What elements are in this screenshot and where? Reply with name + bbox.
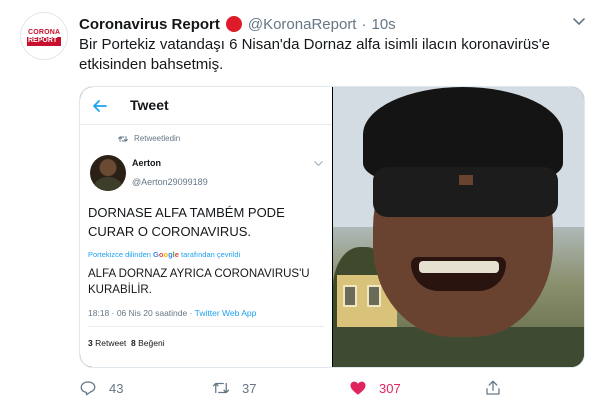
embedded-title: Tweet [130,97,169,113]
action-bar: 43 37 307 [79,376,579,400]
embedded-meta: 18:18 · 06 Nis 20 saatinde · Twitter Web… [88,308,256,318]
avatar-logo-bottom: REPORT [28,37,58,44]
retweet-button[interactable]: 37 [212,376,256,400]
reply-count: 43 [109,380,124,396]
reply-button[interactable]: 43 [79,376,123,400]
embedded-topbar: Tweet [80,87,332,125]
avatar-ring [21,13,67,29]
media-grid[interactable]: Tweet Retweetledin Aerton @Aerton2909918… [79,86,585,368]
retweet-icon [212,382,230,394]
photo-window [343,285,357,307]
translation-prefix: Portekizce dilinden [88,250,151,259]
selfie-photo[interactable] [333,87,584,367]
tweet-card[interactable]: CORONA REPORT Coronavirus Report @Korona… [0,0,610,410]
translation-credit: Portekizce dilinden Google tarafından çe… [88,250,240,259]
chevron-down-icon [314,161,323,167]
author-avatar[interactable]: CORONA REPORT [20,12,68,60]
embedded-like-count: 8 [131,338,136,348]
author-handle[interactable]: @KoronaReport [248,16,357,33]
tweet-text: Bir Portekiz vatandaşı 6 Nisan'da Dornaz… [79,36,550,73]
heart-icon [350,381,366,395]
back-arrow-icon [93,100,107,112]
retweet-count: 37 [242,380,257,396]
translation-suffix: tarafından çevrildi [181,250,241,259]
embedded-retweet-count: 3 [88,338,93,348]
photo-window [367,285,381,307]
retweeted-row: Retweetledin [118,134,180,143]
embedded-original-text: DORNASE ALFA TAMBÉM PODE CURAR O CORONAV… [88,205,285,239]
embedded-translated-text: ALFA DORNAZ AYRICA CORONAVIRUS'U KURABİL… [88,268,310,296]
embedded-retweet-label: Retweet [95,338,127,348]
like-button[interactable]: 307 [349,376,401,400]
chevron-down-icon[interactable] [572,14,586,28]
embedded-stats: 3 Retweet 8 Beğeni [88,338,165,348]
google-logo: Google [153,250,179,259]
embedded-time-date: 18:18 · 06 Nis 20 saatinde · [88,308,193,318]
tweet-timestamp[interactable]: 10s [371,16,395,33]
author-display-name[interactable]: Coronavirus Report [79,16,220,33]
share-icon [486,380,500,395]
retweet-small-icon [118,135,128,142]
photo-sunglasses [373,167,558,217]
embedded-client: Twitter Web App [194,308,257,318]
red-circle-emoji-icon [225,16,242,32]
header-separator: · [361,15,367,33]
reply-icon [80,381,96,396]
like-count: 307 [379,380,401,396]
embedded-divider [88,326,324,327]
embedded-author-avatar [90,155,126,191]
tweet-header: Coronavirus Report @KoronaReport · 10s [79,14,396,34]
embedded-like-label: Beğeni [138,338,165,348]
embedded-author-handle: @Aerton29099189 [132,177,208,187]
photo-teeth [419,261,499,273]
embedded-tweet-screenshot[interactable]: Tweet Retweetledin Aerton @Aerton2909918… [80,87,332,367]
retweeted-label: Retweetledin [134,134,181,143]
avatar-logo-top: CORONA [28,29,61,36]
share-button[interactable] [484,376,502,400]
embedded-author-name: Aerton [132,158,161,168]
